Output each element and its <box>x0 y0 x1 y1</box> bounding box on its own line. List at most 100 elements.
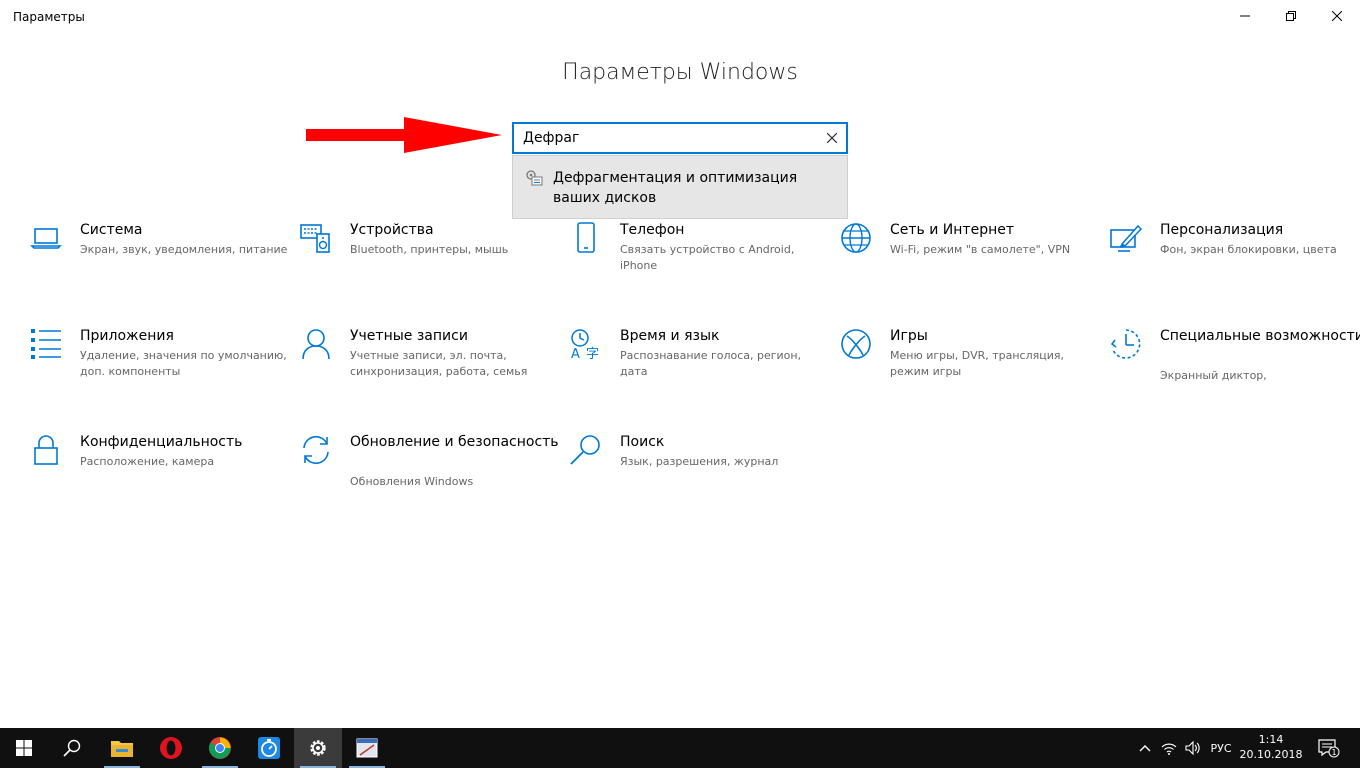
apps-list-icon <box>31 329 61 359</box>
clear-search-button[interactable] <box>822 128 842 148</box>
tile-description: Распознавание голоса, регион, дата <box>620 349 802 378</box>
tile-name: Система <box>80 222 143 238</box>
suggestion-label: Дефрагментация и оптимизация ваших диско… <box>553 170 798 206</box>
tile-name: Персонализация <box>1160 222 1284 238</box>
tile-name: Обновление и безопасность <box>350 434 559 450</box>
person-icon <box>302 329 330 360</box>
title-bar: Параметры <box>0 0 1360 32</box>
chevron-up-icon <box>1139 745 1151 752</box>
taskbar-search-button[interactable] <box>48 728 96 768</box>
clock-time: 1:14 <box>1258 733 1284 746</box>
show-hidden-icons-button[interactable] <box>1134 728 1156 768</box>
tile-search[interactable]: Поиск Язык, разрешения, журнал <box>570 432 830 532</box>
close-icon <box>1332 11 1342 21</box>
taskbar-app-window[interactable] <box>343 728 391 768</box>
tile-privacy[interactable]: Конфиденциальность Расположение, камера <box>30 432 290 532</box>
tile-name: Игры <box>890 328 928 344</box>
minimize-icon <box>1240 15 1250 17</box>
tile-description: Связать устройство с Android, iPhone <box>620 243 795 272</box>
network-status-button[interactable] <box>1158 728 1180 768</box>
tile-update-security[interactable]: Обновление и безопасность Обновления Win… <box>300 432 560 532</box>
tile-name: Специальные возможности <box>1160 328 1360 344</box>
taskbar: РУС 1:14 20.10.2018 1 <box>0 728 1360 768</box>
opera-icon <box>160 737 182 759</box>
action-center-button[interactable]: 1 <box>1314 728 1344 768</box>
tile-name: Время и язык <box>620 328 720 344</box>
defrag-tool-icon <box>526 170 543 186</box>
svg-text:字: 字 <box>586 347 599 360</box>
tile-name: Сеть и Интернет <box>890 222 1014 238</box>
tile-description: Учетные записи, эл. почта, синхронизация… <box>350 349 528 378</box>
notification-count: 1 <box>1331 748 1336 757</box>
input-language-button[interactable]: РУС <box>1206 728 1236 768</box>
taskbar-file-explorer[interactable] <box>98 728 146 768</box>
taskbar-stopwatch-app[interactable] <box>245 728 293 768</box>
tile-time-language[interactable]: A字 Время и язык Распознавание голоса, ре… <box>570 326 830 426</box>
tile-description: Wi-Fi, режим "в самолете", VPN <box>890 243 1071 256</box>
close-window-button[interactable] <box>1314 0 1360 32</box>
search-icon <box>63 739 81 757</box>
tile-accounts[interactable]: Учетные записи Учетные записи, эл. почта… <box>300 326 560 426</box>
tile-apps[interactable]: Приложения Удаление, значения по умолчан… <box>30 326 290 426</box>
search-magnifier-icon <box>570 435 600 465</box>
stopwatch-icon <box>258 737 280 759</box>
wifi-icon <box>1161 743 1177 755</box>
taskbar-opera[interactable] <box>147 728 195 768</box>
volume-icon <box>1185 741 1200 755</box>
tile-ease-of-access[interactable]: Специальные возможности Экранный диктор, <box>1110 326 1360 426</box>
start-button[interactable] <box>0 728 48 768</box>
window-title: Параметры <box>13 10 85 24</box>
devices-icon <box>300 224 330 253</box>
page-title: Параметры Windows <box>562 60 798 85</box>
personalization-icon <box>1110 224 1142 252</box>
svg-text:A: A <box>571 347 580 360</box>
taskbar-settings[interactable] <box>294 728 342 768</box>
xbox-icon <box>841 329 871 359</box>
tile-devices[interactable]: Устройства Bluetooth, принтеры, мышь <box>300 220 560 320</box>
chrome-icon <box>209 737 231 759</box>
settings-gear-icon <box>310 740 326 756</box>
tile-gaming[interactable]: Игры Меню игры, DVR, трансляция, режим и… <box>840 326 1100 426</box>
update-sync-icon <box>303 435 329 465</box>
tile-name: Поиск <box>620 434 665 450</box>
tile-description: Bluetooth, принтеры, мышь <box>350 243 509 256</box>
tile-network[interactable]: Сеть и Интернет Wi-Fi, режим "в самолете… <box>840 220 1100 320</box>
red-arrow-annotation <box>306 117 502 153</box>
tile-system[interactable]: Система Экран, звук, уведомления, питани… <box>30 220 290 320</box>
search-input[interactable] <box>523 129 813 147</box>
app-window-icon <box>356 738 378 758</box>
restore-icon <box>1286 11 1296 21</box>
clear-x-icon <box>827 133 837 143</box>
tile-description: Обновления Windows <box>350 475 474 488</box>
windows-start-icon <box>16 740 32 756</box>
clock-button[interactable]: 1:14 20.10.2018 <box>1238 732 1304 762</box>
tile-phone[interactable]: Телефон Связать устройство с Android, iP… <box>570 220 830 320</box>
tile-name: Телефон <box>620 222 685 238</box>
tile-description: Экран, звук, уведомления, питание <box>80 243 288 256</box>
tile-name: Устройства <box>350 222 434 238</box>
taskbar-chrome[interactable] <box>196 728 244 768</box>
clock-date: 20.10.2018 <box>1239 748 1303 761</box>
tile-description: Удаление, значения по умолчанию, доп. ко… <box>80 349 287 378</box>
time-language-icon: A字 <box>571 329 599 360</box>
tile-name: Конфиденциальность <box>80 434 243 450</box>
tile-description: Меню игры, DVR, трансляция, режим игры <box>890 349 1065 378</box>
tile-description: Экранный диктор, <box>1160 369 1267 382</box>
tile-name: Приложения <box>80 328 174 344</box>
search-suggestion-item[interactable]: Дефрагментация и оптимизация ваших диско… <box>512 155 848 219</box>
settings-search-box[interactable] <box>512 122 848 154</box>
ease-of-access-icon <box>1110 329 1141 359</box>
file-explorer-icon <box>111 741 133 757</box>
tile-personalization[interactable]: Персонализация Фон, экран блокировки, цв… <box>1110 220 1360 320</box>
tile-name: Учетные записи <box>350 328 468 344</box>
phone-icon <box>577 222 595 253</box>
laptop-icon <box>30 228 62 249</box>
tile-description: Фон, экран блокировки, цвета <box>1160 243 1337 256</box>
notifications-icon: 1 <box>1318 739 1340 758</box>
lock-icon <box>34 435 58 465</box>
minimize-button[interactable] <box>1222 0 1268 32</box>
globe-icon <box>841 223 871 253</box>
volume-button[interactable] <box>1182 728 1204 768</box>
tile-description: Язык, разрешения, журнал <box>620 455 779 468</box>
restore-button[interactable] <box>1268 0 1314 32</box>
